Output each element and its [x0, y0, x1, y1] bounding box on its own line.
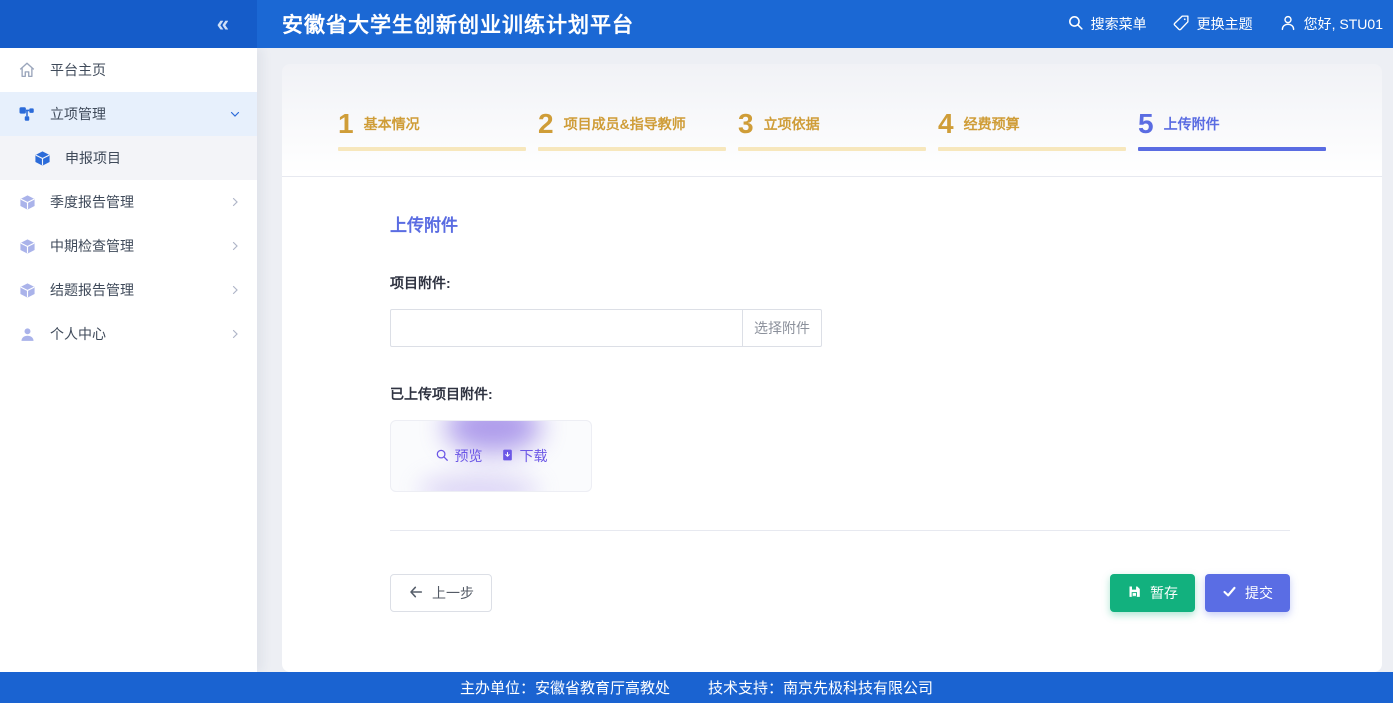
sidebar-item-label: 申报项目 [65, 148, 121, 168]
cube-icon [18, 193, 36, 211]
redacted-filename-blur [419, 475, 539, 492]
submit-button[interactable]: 提交 [1205, 574, 1290, 612]
previous-step-label: 上一步 [432, 583, 474, 603]
search-menu-button[interactable]: 搜索菜单 [1067, 14, 1147, 34]
step-progress-bar [538, 147, 726, 151]
home-icon [18, 61, 36, 79]
sidebar-item-label: 中期检查管理 [50, 236, 134, 256]
save-floppy-icon [1127, 584, 1142, 602]
uploaded-file-card: 预览 下载 [390, 420, 592, 492]
app-header: « 安徽省大学生创新创业训练计划平台 搜索菜单 更换主题 您好, STU01 [0, 0, 1393, 48]
chevron-down-icon [229, 108, 241, 120]
app-title: 安徽省大学生创新创业训练计划平台 [282, 9, 634, 39]
upload-form: 上传附件 项目附件: 选择附件 已上传项目附件: 预览 [282, 211, 1382, 612]
step-number: 1 [338, 110, 354, 138]
attachment-field-label: 项目附件: [390, 273, 1290, 293]
choose-attachment-button[interactable]: 选择附件 [742, 309, 822, 347]
step-label: 基本情况 [364, 114, 420, 138]
footer-tech-support: 技术支持：南京先极科技有限公司 [708, 677, 933, 698]
preview-label: 预览 [455, 446, 483, 466]
step-label: 项目成员&指导教师 [564, 114, 686, 138]
user-icon [1279, 14, 1297, 35]
sidebar-header: « [0, 0, 257, 48]
sidebar-item-final-reports[interactable]: 结题报告管理 [0, 268, 257, 312]
sidebar-item-label: 立项管理 [50, 104, 106, 124]
wizard-card: 1 基本情况 2 项目成员&指导教师 3 立项依据 [282, 64, 1382, 672]
attachment-file-input[interactable] [390, 309, 743, 347]
cube-icon [18, 237, 36, 255]
header-controls: 搜索菜单 更换主题 您好, STU01 [1067, 14, 1393, 35]
collapse-sidebar-icon[interactable]: « [217, 13, 229, 35]
page-footer: 主办单位：安徽省教育厅高教处 技术支持：南京先极科技有限公司 [0, 672, 1393, 703]
action-button-row: 上一步 暂存 提交 [390, 574, 1290, 612]
step-label: 经费预算 [964, 114, 1020, 138]
sidebar-item-midterm-check[interactable]: 中期检查管理 [0, 224, 257, 268]
sidebar-item-label: 结题报告管理 [50, 280, 134, 300]
attachment-input-group: 选择附件 [390, 309, 822, 347]
user-greeting: 您好, STU01 [1304, 14, 1383, 34]
download-file-icon [501, 448, 514, 465]
step-4-budget[interactable]: 4 经费预算 [938, 110, 1126, 151]
step-progress-bar [338, 147, 526, 151]
form-divider [390, 530, 1290, 531]
step-number: 2 [538, 110, 554, 138]
share-nodes-icon [18, 105, 36, 123]
step-1-basic-info[interactable]: 1 基本情况 [338, 110, 526, 151]
sidebar: 平台主页 立项管理 申报项目 季度报告管理 中期检查管理 [0, 48, 257, 672]
user-menu[interactable]: 您好, STU01 [1279, 14, 1383, 35]
sidebar-item-quarterly-reports[interactable]: 季度报告管理 [0, 180, 257, 224]
chevron-right-icon [229, 328, 241, 340]
step-wizard: 1 基本情况 2 项目成员&指导教师 3 立项依据 [282, 64, 1382, 177]
step-number: 5 [1138, 110, 1154, 138]
cube-icon [33, 149, 51, 167]
chevron-right-icon [229, 196, 241, 208]
step-progress-bar [938, 147, 1126, 151]
sidebar-item-project-approval[interactable]: 立项管理 [0, 92, 257, 136]
chevron-right-icon [229, 284, 241, 296]
step-label: 立项依据 [764, 114, 820, 138]
step-3-approval-basis[interactable]: 3 立项依据 [738, 110, 926, 151]
save-draft-button[interactable]: 暂存 [1110, 574, 1195, 612]
submit-label: 提交 [1245, 583, 1273, 603]
step-number: 4 [938, 110, 954, 138]
main-content: 1 基本情况 2 项目成员&指导教师 3 立项依据 [257, 48, 1393, 672]
arrow-left-icon [408, 584, 424, 603]
step-number: 3 [738, 110, 754, 138]
sidebar-item-label: 平台主页 [50, 60, 106, 80]
change-theme-button[interactable]: 更换主题 [1173, 14, 1253, 34]
step-label: 上传附件 [1164, 114, 1220, 138]
step-progress-bar [738, 147, 926, 151]
theme-icon [1173, 14, 1190, 34]
sidebar-item-declare-project[interactable]: 申报项目 [0, 136, 257, 180]
check-icon [1222, 584, 1237, 602]
magnifier-icon [435, 448, 449, 465]
download-label: 下载 [520, 446, 548, 466]
step-progress-bar [1138, 147, 1326, 151]
search-menu-label: 搜索菜单 [1091, 14, 1147, 34]
uploaded-attachments-label: 已上传项目附件: [390, 384, 1290, 404]
download-link[interactable]: 下载 [501, 446, 548, 466]
change-theme-label: 更换主题 [1197, 14, 1253, 34]
previous-step-button[interactable]: 上一步 [390, 574, 492, 612]
step-2-members-advisors[interactable]: 2 项目成员&指导教师 [538, 110, 726, 151]
sidebar-item-label: 个人中心 [50, 324, 106, 344]
section-title: 上传附件 [390, 211, 1290, 236]
step-5-upload-attachments[interactable]: 5 上传附件 [1138, 110, 1326, 151]
user-icon [18, 325, 36, 343]
search-icon [1067, 14, 1084, 34]
preview-link[interactable]: 预览 [435, 446, 483, 466]
chevron-right-icon [229, 240, 241, 252]
cube-icon [18, 281, 36, 299]
footer-organizer: 主办单位：安徽省教育厅高教处 [460, 677, 670, 698]
save-draft-label: 暂存 [1150, 583, 1178, 603]
sidebar-item-platform-home[interactable]: 平台主页 [0, 48, 257, 92]
sidebar-item-personal-center[interactable]: 个人中心 [0, 312, 257, 356]
sidebar-item-label: 季度报告管理 [50, 192, 134, 212]
